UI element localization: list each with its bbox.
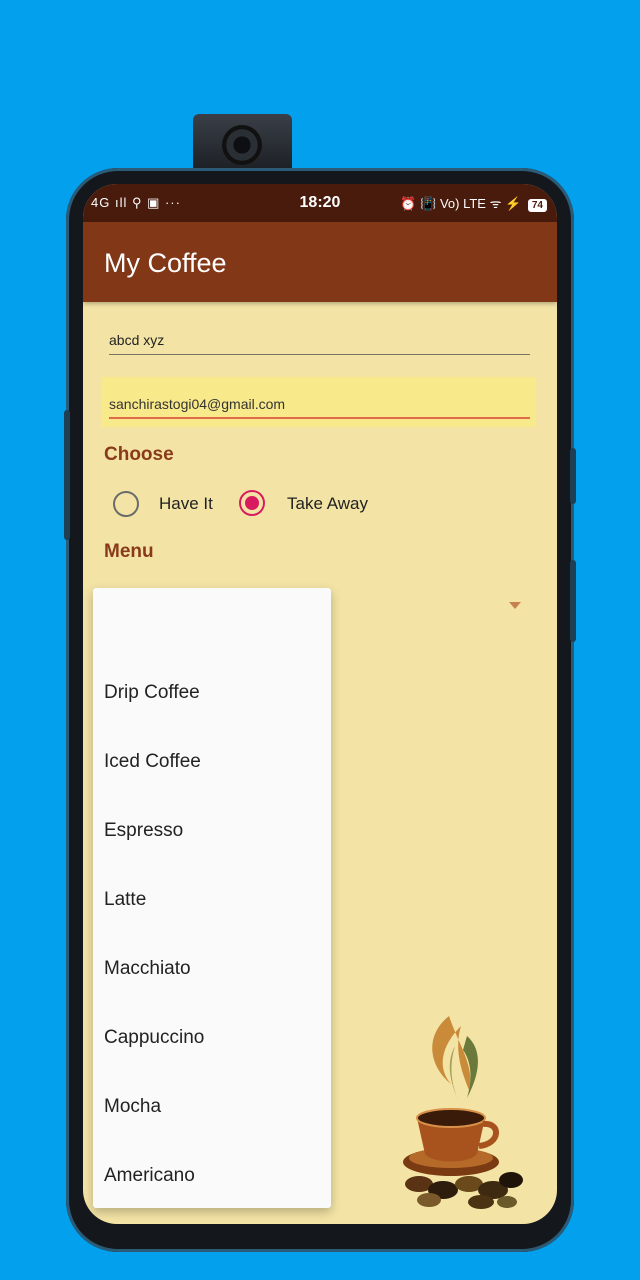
choose-heading: Choose (104, 444, 174, 465)
dropdown-item-cappuccino[interactable]: Cappuccino (104, 1027, 204, 1049)
email-field[interactable]: sanchirastogi04@gmail.com (101, 377, 536, 427)
dropdown-item-iced-coffee[interactable]: Iced Coffee (104, 751, 201, 773)
radio-unchecked-icon[interactable] (113, 491, 139, 517)
app-bar: My Coffee (83, 222, 557, 302)
status-icons: ⏰ 📳 Vo) LTE ᯤ ⚡ (400, 196, 522, 211)
side-button-left (64, 410, 70, 540)
camera-lens-icon (222, 125, 262, 165)
dropdown-item-espresso[interactable]: Espresso (104, 820, 183, 842)
dropdown-item-mocha[interactable]: Mocha (104, 1096, 161, 1118)
popup-camera (193, 114, 292, 174)
menu-heading: Menu (104, 541, 154, 562)
radio-have-it-label[interactable]: Have It (159, 494, 213, 514)
app-screen: 4G ıll ⚲ ▣ ··· 18:20 ⏰ 📳 Vo) LTE ᯤ ⚡ 74 … (83, 184, 557, 1224)
dropdown-item-americano[interactable]: Americano (104, 1165, 195, 1187)
name-field-value: abcd xyz (109, 332, 165, 348)
app-title: My Coffee (104, 248, 227, 278)
dropdown-item-drip-coffee[interactable]: Drip Coffee (104, 682, 200, 704)
dropdown-arrow-icon[interactable] (509, 602, 521, 609)
email-field-value: sanchirastogi04@gmail.com (109, 396, 286, 412)
battery-icon: 74 (527, 199, 547, 212)
radio-take-away-label[interactable]: Take Away (287, 494, 368, 514)
radio-dot (245, 496, 259, 510)
coffee-cup-icon (403, 1016, 523, 1209)
volume-button (570, 448, 576, 504)
dropdown-item-macchiato[interactable]: Macchiato (104, 958, 191, 980)
power-button (570, 560, 576, 642)
status-right-icons: ⏰ 📳 Vo) LTE ᯤ ⚡ 74 (400, 194, 547, 212)
status-bar: 4G ıll ⚲ ▣ ··· 18:20 ⏰ 📳 Vo) LTE ᯤ ⚡ 74 (83, 184, 557, 222)
radio-checked-icon[interactable] (239, 490, 265, 516)
dropdown-item-latte[interactable]: Latte (104, 889, 146, 911)
name-field[interactable]: abcd xyz (109, 326, 530, 355)
menu-dropdown[interactable]: Drip Coffee Iced Coffee Espresso Latte M… (93, 588, 331, 1208)
email-field-underline (109, 417, 530, 419)
